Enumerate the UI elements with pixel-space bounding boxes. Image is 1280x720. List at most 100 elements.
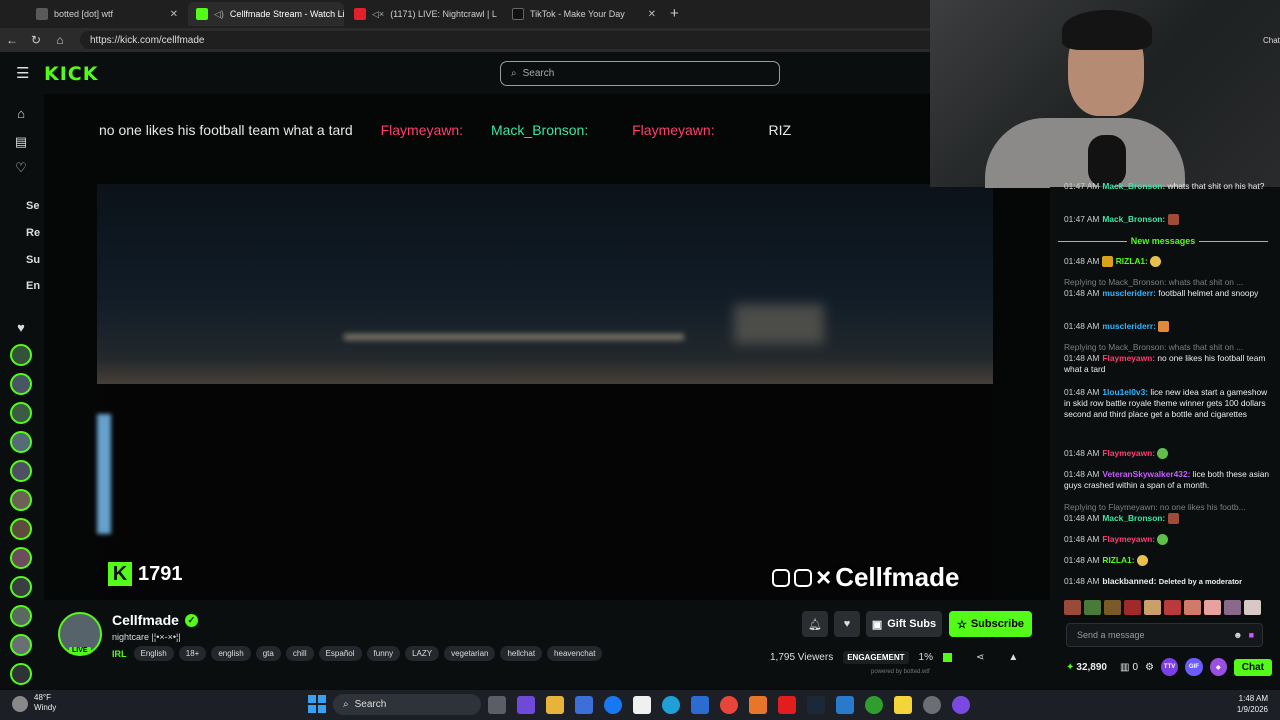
vlc-icon[interactable] — [749, 696, 767, 714]
tag[interactable]: English — [133, 646, 174, 661]
youtube-icon[interactable] — [778, 696, 796, 714]
followed-avatar[interactable] — [10, 547, 32, 569]
category-link[interactable]: IRL — [112, 649, 127, 659]
emote-icon[interactable] — [1224, 600, 1241, 615]
following-heart-icon[interactable]: ♡ — [12, 160, 30, 178]
tag[interactable]: LAZY — [405, 646, 440, 661]
back-icon[interactable]: ← — [0, 33, 24, 47]
followed-avatar[interactable] — [10, 576, 32, 598]
extension-icon[interactable]: ◆ — [1209, 658, 1227, 676]
emote-icon[interactable] — [1144, 600, 1161, 615]
inventory-icon[interactable]: ▥ — [1120, 662, 1129, 673]
taskbar-search[interactable]: ⌕ Search — [333, 694, 481, 715]
url-field[interactable]: https://kick.com/cellfmade — [80, 31, 940, 49]
facebook-icon[interactable] — [604, 696, 622, 714]
weather-widget[interactable]: 48°F Windy — [34, 693, 56, 713]
send-message-input[interactable]: Send a message ☻ ■ — [1066, 623, 1263, 647]
store-icon[interactable] — [575, 696, 593, 714]
close-icon[interactable]: ✕ — [648, 9, 656, 20]
weather-condition: Windy — [34, 703, 57, 712]
follow-heart-button[interactable]: ♥ — [834, 611, 860, 637]
windows-start-icon[interactable] — [308, 695, 326, 713]
tag[interactable]: hellchat — [500, 646, 543, 661]
new-tab-button[interactable]: + — [670, 5, 679, 22]
followed-avatar[interactable] — [10, 431, 32, 453]
tag[interactable]: english — [211, 646, 251, 661]
followed-avatar[interactable] — [10, 518, 32, 540]
calculator-icon[interactable] — [691, 696, 709, 714]
chrome-icon[interactable] — [720, 696, 738, 714]
search-input[interactable]: ⌕ Search — [500, 61, 780, 86]
report-icon[interactable]: ▲ — [1008, 652, 1018, 663]
emote-icon[interactable] — [1084, 600, 1101, 615]
tag[interactable]: vegetarian — [444, 646, 496, 661]
followed-avatar[interactable] — [10, 373, 32, 395]
home-icon[interactable]: ⌂ — [48, 33, 72, 47]
followed-avatar[interactable] — [10, 402, 32, 424]
tag[interactable]: heavenchat — [547, 646, 603, 661]
taskbar-clock[interactable]: 1:48 AM 1/9/2026 — [1200, 693, 1268, 715]
nav-label-4[interactable]: En — [26, 280, 40, 292]
emote-icon[interactable] — [1164, 600, 1181, 615]
share-icon[interactable]: ⋖ — [976, 652, 984, 663]
video-player[interactable]: no one likes his football team what a ta… — [44, 94, 1050, 600]
browse-icon[interactable]: ▤ — [12, 134, 30, 152]
home-icon[interactable]: ⌂ — [12, 106, 30, 124]
nav-label-2[interactable]: Re — [26, 227, 40, 239]
file-explorer-icon[interactable] — [546, 696, 564, 714]
tab-tiktok[interactable]: TikTok - Make Your Day ✕ — [504, 2, 664, 26]
obs-icon[interactable] — [952, 696, 970, 714]
copilot-icon[interactable] — [517, 696, 535, 714]
followed-avatar[interactable] — [10, 344, 32, 366]
followed-avatar[interactable] — [10, 663, 32, 685]
emote-icon[interactable] — [1124, 600, 1141, 615]
notification-bell-button[interactable]: 🔔︎ — [802, 611, 828, 637]
task-view-icon[interactable] — [488, 696, 506, 714]
chat-send-button[interactable]: Chat — [1233, 658, 1272, 676]
emoji-icon[interactable]: ☻ — [1233, 630, 1242, 640]
tab-youtube[interactable]: ◁× (1171) LIVE: Nightcrawl | L ✕ — [346, 2, 502, 26]
followed-avatar[interactable] — [10, 460, 32, 482]
reload-icon[interactable]: ↻ — [24, 33, 48, 47]
gif-icon[interactable]: GIF — [1185, 658, 1203, 676]
tab-cellfmade[interactable]: ◁) Cellfmade Stream - Watch Li ✕ — [188, 2, 344, 26]
subscribe-button[interactable]: ☆ Subscribe — [949, 611, 1032, 637]
channel-name[interactable]: Cellfmade — [112, 612, 179, 628]
emote-icon[interactable] — [1104, 600, 1121, 615]
kick-logo[interactable]: KICK — [44, 63, 98, 85]
amazon-icon[interactable] — [633, 696, 651, 714]
gift-subs-button[interactable]: ▣ Gift Subs — [866, 611, 942, 637]
ttv-icon[interactable]: TTV — [1160, 658, 1179, 676]
emote-icon[interactable] — [1204, 600, 1221, 615]
weather-icon[interactable] — [12, 696, 28, 712]
xbox-icon[interactable] — [865, 696, 883, 714]
sticky-notes-icon[interactable] — [894, 696, 912, 714]
tag[interactable]: chill — [285, 646, 314, 661]
tab-title: Cellfmade Stream - Watch Li — [229, 9, 344, 19]
emote-icon[interactable] — [1064, 600, 1081, 615]
steam-icon[interactable] — [807, 696, 825, 714]
edge-icon[interactable] — [662, 696, 680, 714]
github-icon[interactable] — [923, 696, 941, 714]
weather-temp: 48°F — [34, 693, 51, 702]
tag[interactable]: funny — [366, 646, 401, 661]
points-value[interactable]: 32,890 — [1076, 662, 1107, 673]
search-icon: ⌕ — [343, 699, 349, 710]
followed-avatar[interactable] — [10, 489, 32, 511]
tag[interactable]: 18+ — [178, 646, 207, 661]
emote-icon[interactable] — [1184, 600, 1201, 615]
tag[interactable]: gta — [255, 646, 281, 661]
menu-icon[interactable]: ☰ — [16, 64, 29, 82]
nav-label-3[interactable]: Su — [26, 254, 40, 266]
tag[interactable]: Español — [318, 646, 362, 661]
heart-icon[interactable]: ♥ — [12, 320, 30, 338]
settings-icon[interactable]: ⚙ — [1145, 662, 1154, 673]
extension-icon[interactable]: ■ — [1249, 630, 1254, 640]
app-icon[interactable] — [836, 696, 854, 714]
tab-botted[interactable]: botted [dot] wtf ✕ — [28, 2, 186, 26]
emote-icon[interactable] — [1244, 600, 1261, 615]
followed-avatar[interactable] — [10, 605, 32, 627]
nav-label-1[interactable]: Se — [26, 200, 39, 212]
close-icon[interactable]: ✕ — [170, 9, 178, 20]
followed-avatar[interactable] — [10, 634, 32, 656]
